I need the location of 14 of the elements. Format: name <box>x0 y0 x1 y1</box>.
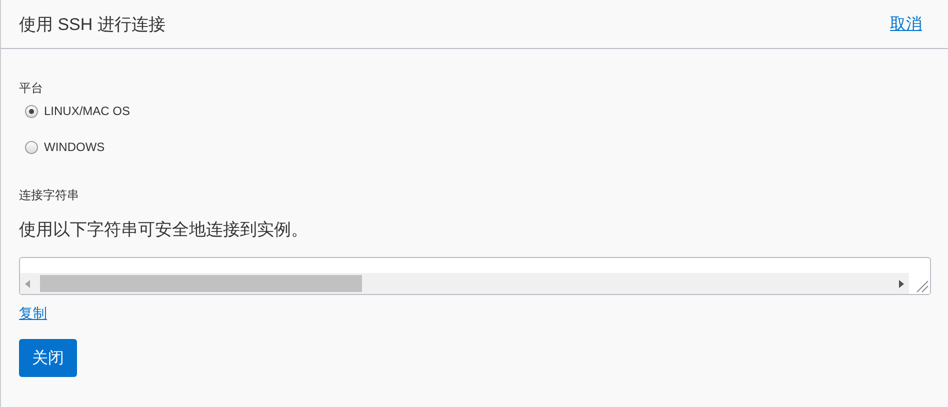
connection-string-field[interactable] <box>19 257 931 295</box>
dialog-title: 使用 SSH 进行连接 <box>19 14 166 36</box>
close-button[interactable]: 关闭 <box>19 339 77 377</box>
connection-string-label: 连接字符串 <box>19 187 80 204</box>
cancel-link[interactable]: 取消 <box>890 14 922 34</box>
radio-button[interactable] <box>25 140 38 154</box>
resize-grip-icon[interactable] <box>909 273 930 294</box>
radio-label: LINUX/MAC OS <box>44 104 130 118</box>
copy-link[interactable]: 复制 <box>19 305 47 321</box>
radio-label: WINDOWS <box>44 140 105 154</box>
radio-button[interactable] <box>25 104 38 118</box>
scrollbar-thumb[interactable] <box>40 275 362 292</box>
description-text: 使用以下字符串可安全地连接到实例。 <box>19 219 309 241</box>
platform-label: 平台 <box>19 80 44 97</box>
